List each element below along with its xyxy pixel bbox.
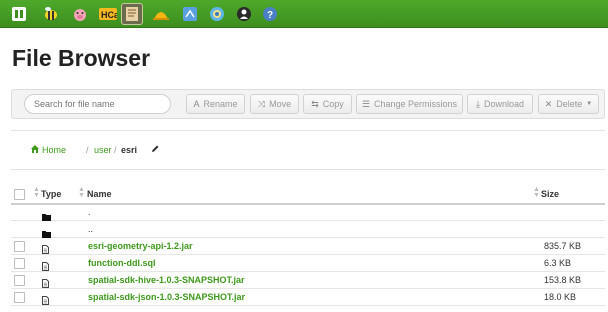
table-row[interactable]: . <box>11 204 605 221</box>
row-checkbox[interactable] <box>14 275 25 286</box>
row-checkbox[interactable] <box>14 292 25 303</box>
help-icon[interactable]: ? <box>259 3 281 25</box>
breadcrumb-current: esri <box>121 145 138 155</box>
table-row[interactable]: spatial-sdk-hive-1.0.3-SNAPSHOT.jar 153.… <box>11 272 605 289</box>
table-row[interactable]: .. <box>11 221 605 238</box>
file-size: 153.8 KB <box>544 275 582 285</box>
job-designer-icon[interactable] <box>150 3 172 25</box>
chevron-down-icon: ▼ <box>586 101 593 107</box>
file-name[interactable]: .. <box>88 224 93 234</box>
table-row[interactable]: spatial-sdk-json-1.0.3-SNAPSHOT.jar 18.0… <box>11 289 605 306</box>
row-checkbox[interactable] <box>14 241 25 252</box>
file-name[interactable]: esri-geometry-api-1.2.jar <box>88 241 193 251</box>
sort-icon[interactable]: ▲ ▼ <box>78 186 85 199</box>
download-button[interactable]: ⤓ Download <box>467 94 533 114</box>
change-permissions-button[interactable]: ☰ Change Permissions <box>356 94 463 114</box>
pig-icon[interactable] <box>69 3 91 25</box>
column-header-size[interactable]: Size <box>541 189 559 199</box>
select-all-checkbox[interactable] <box>14 189 25 200</box>
delete-label: Delete <box>556 99 583 109</box>
file-icon <box>42 292 49 310</box>
file-size: 18.0 KB <box>544 292 577 302</box>
file-size: 6.3 KB <box>544 258 572 268</box>
oozie-icon[interactable] <box>206 3 228 25</box>
table-row[interactable]: function-ddl.sql 6.3 KB <box>11 255 605 272</box>
file-size: 835.7 KB <box>544 241 582 251</box>
home-icon <box>31 145 39 155</box>
hive-bee-icon[interactable] <box>40 3 62 25</box>
pencil-icon[interactable] <box>151 144 160 155</box>
copy-label: Copy <box>322 99 344 109</box>
page-title: File Browser <box>12 45 151 71</box>
svg-text:?: ? <box>267 10 273 21</box>
file-browser-icon[interactable] <box>121 3 143 25</box>
hue-home-icon[interactable] <box>8 3 30 25</box>
file-name[interactable]: spatial-sdk-hive-1.0.3-SNAPSHOT.jar <box>88 275 245 285</box>
hcat-icon[interactable]: HCat <box>97 3 119 25</box>
breadcrumb-separator: / <box>114 145 117 155</box>
move-button[interactable]: ⤨ Move <box>250 94 299 114</box>
table-row[interactable]: esri-geometry-api-1.2.jar 835.7 KB <box>11 238 605 255</box>
move-label: Move <box>269 99 292 109</box>
row-checkbox[interactable] <box>14 258 25 269</box>
file-name[interactable]: spatial-sdk-json-1.0.3-SNAPSHOT.jar <box>88 292 245 302</box>
search-input[interactable] <box>24 94 171 114</box>
rename-icon: A <box>193 99 200 109</box>
move-icon: ⤨ <box>257 98 266 109</box>
column-header-type[interactable]: Type <box>41 189 61 199</box>
user-admin-icon[interactable] <box>233 3 255 25</box>
column-header-name[interactable]: Name <box>87 189 112 199</box>
job-browser-icon[interactable] <box>179 3 201 25</box>
svg-text:HCat: HCat <box>101 10 117 20</box>
download-icon: ⤓ <box>475 98 480 109</box>
breadcrumb-user[interactable]: user <box>94 145 112 155</box>
delete-button[interactable]: ✕ Delete ▼ <box>538 94 599 114</box>
copy-icon: ⇆ <box>311 98 319 109</box>
file-name[interactable]: . <box>88 207 91 217</box>
sort-icon[interactable]: ▲ ▼ <box>533 186 540 199</box>
sort-icon[interactable]: ▲ ▼ <box>33 186 40 199</box>
download-label: Download <box>483 99 524 109</box>
close-icon: ✕ <box>544 98 553 109</box>
breadcrumb-home[interactable]: Home <box>42 145 66 155</box>
file-name[interactable]: function-ddl.sql <box>88 258 156 268</box>
rename-label: Rename <box>203 99 238 109</box>
rename-button[interactable]: A Rename <box>186 94 245 114</box>
change-permissions-label: Change Permissions <box>374 99 458 109</box>
list-icon: ☰ <box>361 98 371 109</box>
copy-button[interactable]: ⇆ Copy <box>303 94 352 114</box>
app-navbar: HCat ? <box>0 0 608 28</box>
breadcrumb-separator: / <box>86 145 89 155</box>
